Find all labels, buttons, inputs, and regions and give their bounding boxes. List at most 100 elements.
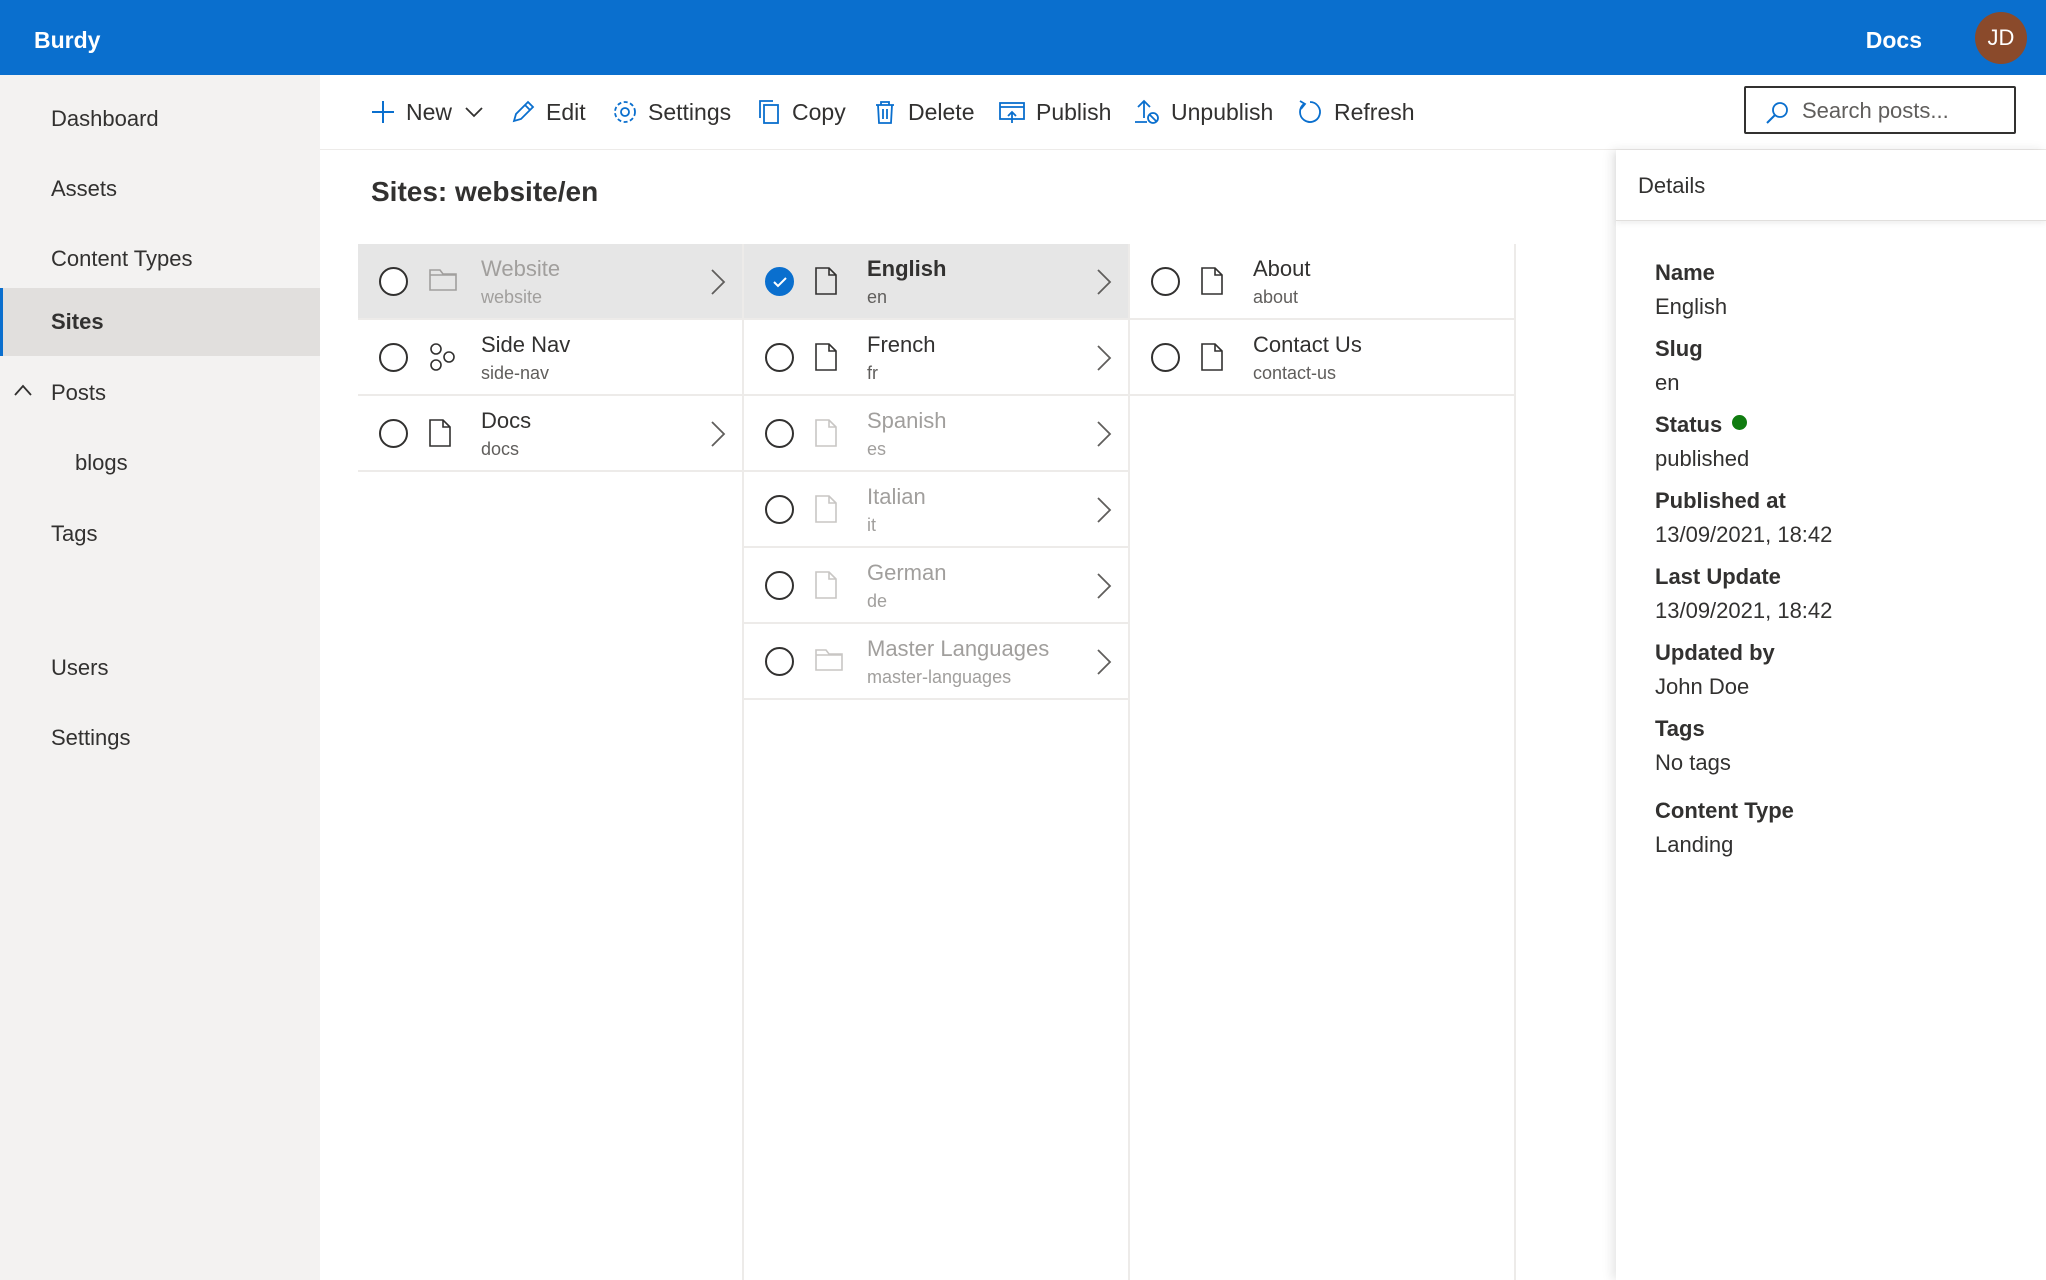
page-icon bbox=[428, 418, 452, 448]
row-slug: de bbox=[867, 591, 888, 611]
detail-value: Landing bbox=[1655, 832, 1734, 857]
sidebar-item-label: blogs bbox=[75, 450, 128, 475]
copy-button[interactable]: Copy bbox=[756, 75, 846, 149]
detail-label: Slug bbox=[1655, 336, 1703, 361]
chevron-right-icon[interactable] bbox=[1096, 344, 1112, 372]
sidebar-item-label: Assets bbox=[51, 176, 118, 201]
sidebar-item-settings[interactable]: Settings bbox=[0, 704, 320, 772]
detail-last-update: Last Update 13/09/2021, 18:42 bbox=[1655, 564, 1832, 624]
plus-icon bbox=[370, 99, 396, 125]
chevron-up-icon[interactable] bbox=[13, 383, 33, 397]
delete-button-label: Delete bbox=[908, 98, 975, 125]
docs-link[interactable]: Docs bbox=[1866, 0, 1922, 80]
list-item[interactable]: German de bbox=[744, 548, 1128, 624]
row-slug: website bbox=[481, 287, 543, 307]
radio-button[interactable] bbox=[379, 419, 408, 448]
detail-label: Content Type bbox=[1655, 798, 1794, 823]
list-item[interactable]: Master Languages master-languages bbox=[744, 624, 1128, 700]
sidebar-item-label: Users bbox=[51, 655, 109, 680]
publish-button[interactable]: Publish bbox=[998, 75, 1111, 149]
detail-name: Name English bbox=[1655, 260, 1727, 320]
unpublish-button[interactable]: Unpublish bbox=[1133, 75, 1273, 149]
row-title: About bbox=[1253, 256, 1311, 281]
trash-icon bbox=[872, 99, 898, 125]
detail-value: 13/09/2021, 18:42 bbox=[1655, 522, 1833, 547]
list-item[interactable]: Spanish es bbox=[744, 396, 1128, 472]
refresh-button[interactable]: Refresh bbox=[1296, 75, 1415, 149]
settings-button-label: Settings bbox=[648, 98, 732, 125]
row-title: Spanish bbox=[867, 408, 947, 433]
radio-button[interactable] bbox=[765, 647, 794, 676]
list-item[interactable]: English en bbox=[744, 244, 1128, 320]
radio-button[interactable] bbox=[379, 267, 408, 296]
radio-button-checked[interactable] bbox=[765, 267, 794, 296]
sidebar-item-label: Sites bbox=[51, 309, 104, 334]
row-title: Contact Us bbox=[1253, 332, 1362, 357]
row-slug: docs bbox=[481, 439, 520, 459]
page-icon bbox=[1200, 342, 1224, 372]
unpublish-button-label: Unpublish bbox=[1171, 98, 1274, 125]
sidebar-item-users[interactable]: Users bbox=[0, 634, 320, 702]
chevron-right-icon[interactable] bbox=[710, 268, 726, 296]
row-title: Italian bbox=[867, 484, 926, 509]
detail-slug: Slug en bbox=[1655, 336, 1703, 396]
row-title: Side Nav bbox=[481, 332, 571, 357]
chevron-right-icon[interactable] bbox=[1096, 268, 1112, 296]
search-box[interactable] bbox=[1744, 86, 2016, 134]
brand-logo[interactable]: Burdy bbox=[34, 0, 100, 80]
page-icon bbox=[1200, 266, 1224, 296]
column-languages: English en French fr Spanish es Italian bbox=[744, 244, 1130, 1280]
page-icon bbox=[814, 266, 838, 296]
sidebar-item-content-types[interactable]: Content Types bbox=[0, 225, 320, 293]
page-icon bbox=[814, 494, 838, 524]
list-item[interactable]: Contact Us contact-us bbox=[1130, 320, 1514, 396]
sidebar-item-label: Dashboard bbox=[51, 106, 159, 131]
list-item[interactable]: Side Nav side-nav bbox=[358, 320, 742, 396]
new-button[interactable]: New bbox=[370, 75, 484, 149]
pencil-icon bbox=[510, 99, 536, 125]
row-title: Docs bbox=[481, 408, 532, 433]
top-bar: Burdy Docs JD bbox=[0, 0, 2046, 75]
sidebar-item-assets[interactable]: Assets bbox=[0, 155, 320, 223]
settings-button[interactable]: Settings bbox=[612, 75, 731, 149]
detail-value: published bbox=[1655, 446, 1750, 471]
chevron-right-icon[interactable] bbox=[1096, 572, 1112, 600]
unpublish-icon bbox=[1133, 98, 1161, 126]
sidebar-item-blogs[interactable]: blogs bbox=[0, 429, 320, 497]
sidebar-item-sites[interactable]: Sites bbox=[0, 288, 320, 356]
list-item[interactable]: About about bbox=[1130, 244, 1514, 320]
chevron-down-icon[interactable] bbox=[464, 106, 484, 118]
chevron-right-icon[interactable] bbox=[1096, 496, 1112, 524]
list-item[interactable]: Website website bbox=[358, 244, 742, 320]
sidebar-item-dashboard[interactable]: Dashboard bbox=[0, 85, 320, 153]
sidebar-item-tags[interactable]: Tags bbox=[0, 500, 320, 568]
radio-button[interactable] bbox=[1151, 343, 1180, 372]
chevron-right-icon[interactable] bbox=[1096, 648, 1112, 676]
detail-label: Last Update bbox=[1655, 564, 1781, 589]
detail-value: John Doe bbox=[1655, 674, 1750, 699]
list-item[interactable]: Docs docs bbox=[358, 396, 742, 472]
chevron-right-icon[interactable] bbox=[1096, 420, 1112, 448]
radio-button[interactable] bbox=[1151, 267, 1180, 296]
radio-button[interactable] bbox=[765, 343, 794, 372]
sidebar: Dashboard Assets Content Types Sites Pos… bbox=[0, 75, 320, 1280]
radio-button[interactable] bbox=[765, 419, 794, 448]
edit-button[interactable]: Edit bbox=[510, 75, 586, 149]
chevron-right-icon[interactable] bbox=[710, 420, 726, 448]
copy-icon bbox=[756, 99, 782, 125]
delete-button[interactable]: Delete bbox=[872, 75, 974, 149]
sidebar-item-posts[interactable]: Posts bbox=[0, 359, 320, 427]
edit-button-label: Edit bbox=[546, 98, 586, 125]
search-input[interactable] bbox=[1800, 94, 2010, 128]
folder-icon bbox=[428, 266, 458, 292]
row-title: French bbox=[867, 332, 936, 357]
radio-button[interactable] bbox=[765, 495, 794, 524]
list-item[interactable]: Italian it bbox=[744, 472, 1128, 548]
radio-button[interactable] bbox=[379, 343, 408, 372]
column-pages: About about Contact Us contact-us bbox=[1130, 244, 1516, 1280]
list-item[interactable]: French fr bbox=[744, 320, 1128, 396]
gear-icon bbox=[612, 99, 638, 125]
radio-button[interactable] bbox=[765, 571, 794, 600]
avatar[interactable]: JD bbox=[1975, 12, 2027, 64]
sidebar-item-label: Settings bbox=[51, 725, 131, 750]
